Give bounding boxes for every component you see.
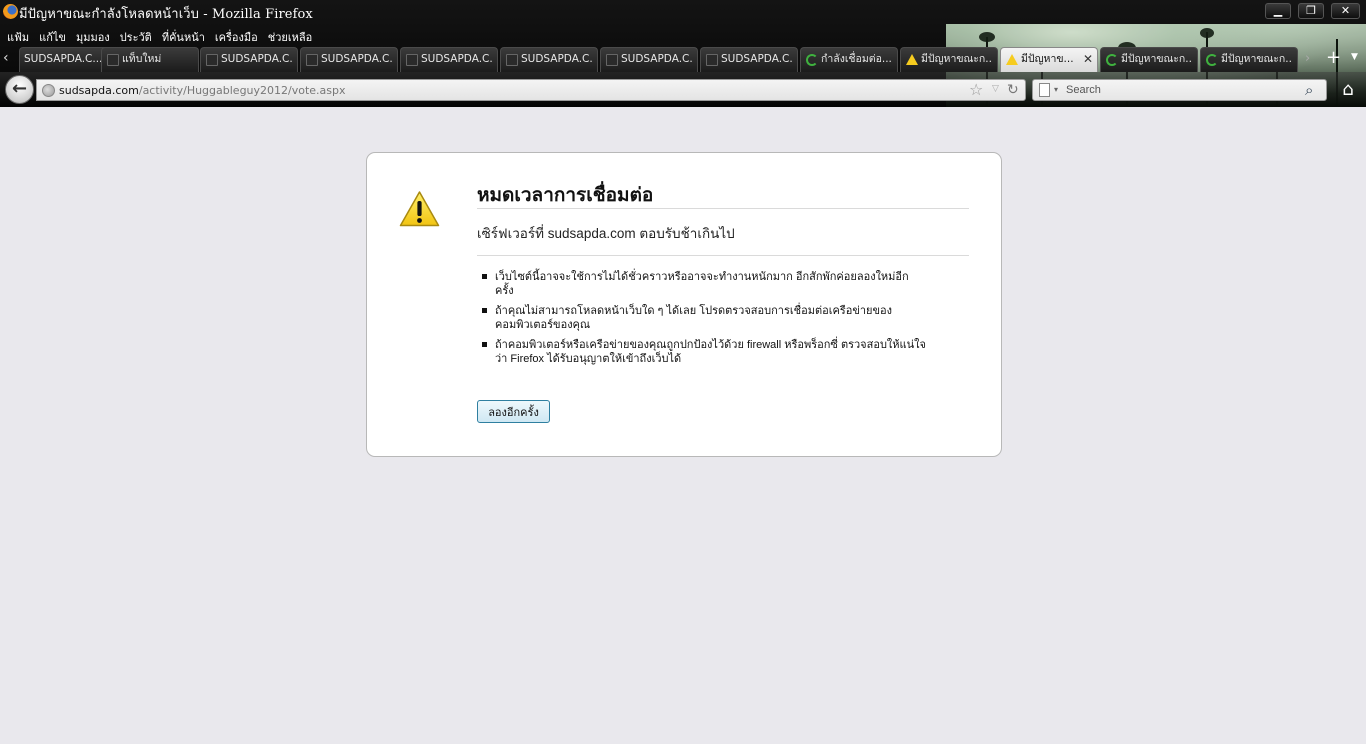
search-engine-icon[interactable] bbox=[1039, 83, 1050, 97]
title-bar: มีปัญหาขณะกำลังโหลดหน้าเว็บ - Mozilla Fi… bbox=[0, 0, 1366, 24]
tab-label: SUDSAPDA.C... bbox=[24, 53, 103, 65]
url-host: sudsapda.com bbox=[59, 84, 139, 97]
close-tab-icon[interactable]: ✕ bbox=[1083, 48, 1093, 71]
tab[interactable]: SUDSAPDA.C... bbox=[700, 47, 798, 72]
tab-scroll-right-button[interactable]: › bbox=[1305, 51, 1310, 66]
tab[interactable]: มีปัญหาขณะก... bbox=[1100, 47, 1198, 72]
menu-tools[interactable]: เครื่องมือ bbox=[215, 29, 258, 47]
list-item: ถ้าคุณไม่สามารถโหลดหน้าเว็บใด ๆ ได้เลย โ… bbox=[477, 304, 927, 332]
warning-icon bbox=[1006, 54, 1018, 65]
loading-spinner-icon bbox=[1206, 54, 1218, 66]
blank-page-icon bbox=[606, 54, 618, 66]
history-dropdown-icon[interactable]: ▽ bbox=[992, 84, 999, 94]
tab[interactable]: กำลังเชื่อมต่อ... bbox=[800, 47, 898, 72]
reload-icon[interactable]: ↻ bbox=[1007, 82, 1019, 98]
new-tab-button[interactable]: + bbox=[1326, 47, 1341, 68]
tab-label: มีปัญหาข... bbox=[1021, 53, 1074, 65]
bookmark-star-icon[interactable]: ☆ bbox=[969, 80, 983, 99]
blank-page-icon bbox=[406, 54, 418, 66]
list-item: เว็บไซต์นี้อาจจะใช้การไม่ได้ชั่วคราวหรือ… bbox=[477, 270, 927, 298]
tab-label: SUDSAPDA.C... bbox=[721, 53, 793, 65]
tab-scroll-left-button[interactable]: ‹ bbox=[3, 50, 9, 66]
tab-label: SUDSAPDA.C... bbox=[621, 53, 693, 65]
tab-selected[interactable]: มีปัญหาข... ✕ bbox=[1000, 47, 1098, 72]
menu-bookmarks[interactable]: ที่คั่นหน้า bbox=[162, 29, 205, 47]
error-suggestions-list: เว็บไซต์นี้อาจจะใช้การไม่ได้ชั่วคราวหรือ… bbox=[477, 270, 927, 372]
url-text[interactable]: sudsapda.com/activity/Huggableguy2012/vo… bbox=[59, 84, 346, 97]
tab-label: แท็บใหม่ bbox=[122, 53, 162, 65]
tab[interactable]: SUDSAPDA.C... bbox=[400, 47, 498, 72]
search-engine-dropdown-icon[interactable]: ▾ bbox=[1054, 85, 1058, 94]
menu-bar: แฟ้ม แก้ไข มุมมอง ประวัติ ที่คั่นหน้า เครื่อง… bbox=[0, 26, 315, 44]
home-button[interactable]: ⌂ bbox=[1337, 79, 1359, 101]
minimize-button[interactable]: ▁ bbox=[1265, 3, 1291, 19]
tab[interactable]: SUDSAPDA.C... bbox=[600, 47, 698, 72]
tab-label: SUDSAPDA.C... bbox=[221, 53, 293, 65]
tab-label: มีปัญหาขณะก... bbox=[1221, 53, 1293, 65]
url-bar[interactable]: sudsapda.com/activity/Huggableguy2012/vo… bbox=[36, 79, 1026, 101]
tab-label: มีปัญหาขณะก... bbox=[921, 53, 993, 65]
tab[interactable]: แท็บใหม่ bbox=[101, 47, 199, 72]
menu-help[interactable]: ช่วยเหลือ bbox=[268, 29, 312, 47]
divider bbox=[477, 255, 969, 256]
menu-file[interactable]: แฟ้ม bbox=[7, 29, 29, 47]
search-icon[interactable]: ⌕ bbox=[1305, 81, 1313, 99]
tab-label: SUDSAPDA.C... bbox=[321, 53, 393, 65]
blank-page-icon bbox=[107, 54, 119, 66]
menu-history[interactable]: ประวัติ bbox=[120, 29, 152, 47]
tab[interactable]: มีปัญหาขณะก... bbox=[1200, 47, 1298, 72]
menu-edit[interactable]: แก้ไข bbox=[39, 29, 66, 47]
window-title: มีปัญหาขณะกำลังโหลดหน้าเว็บ - Mozilla Fi… bbox=[19, 7, 313, 22]
tab[interactable]: SUDSAPDA.C... bbox=[200, 47, 298, 72]
list-all-tabs-button[interactable]: ▼ bbox=[1351, 52, 1358, 62]
browser-chrome: มีปัญหาขณะกำลังโหลดหน้าเว็บ - Mozilla Fi… bbox=[0, 0, 1366, 107]
navigation-toolbar: ← sudsapda.com/activity/Huggableguy2012/… bbox=[0, 72, 1366, 107]
loading-spinner-icon bbox=[806, 54, 818, 66]
error-title: หมดเวลาการเชื่อมต่อ bbox=[477, 183, 969, 209]
search-input[interactable] bbox=[1066, 82, 1296, 98]
blank-page-icon bbox=[706, 54, 718, 66]
site-identity-icon[interactable] bbox=[42, 84, 55, 97]
url-path: /activity/Huggableguy2012/vote.aspx bbox=[138, 84, 346, 97]
error-short-description: เซิร์ฟเวอร์ที่ sudsapda.com ตอบรับช้าเกิ… bbox=[477, 226, 735, 241]
back-button[interactable]: ← bbox=[5, 75, 34, 104]
error-page-container: หมดเวลาการเชื่อมต่อ เซิร์ฟเวอร์ที่ sudsa… bbox=[366, 152, 1002, 457]
tab[interactable]: SUDSAPDA.C... bbox=[300, 47, 398, 72]
tab-label: มีปัญหาขณะก... bbox=[1121, 53, 1193, 65]
close-window-button[interactable]: ✕ bbox=[1331, 3, 1360, 19]
list-item: ถ้าคอมพิวเตอร์หรือเครือข่ายของคุณถูกปกป้… bbox=[477, 338, 927, 366]
tab-label: กำลังเชื่อมต่อ... bbox=[821, 53, 892, 65]
tab-label: SUDSAPDA.C... bbox=[421, 53, 493, 65]
search-bar[interactable]: ▾ ⌕ bbox=[1032, 79, 1327, 101]
loading-spinner-icon bbox=[1106, 54, 1118, 66]
tab-strip: ‹ SUDSAPDA.C... แท็บใหม่ SUDSAPDA.C... S… bbox=[0, 46, 1366, 72]
try-again-button[interactable]: ลองอีกครั้ง bbox=[477, 400, 550, 423]
blank-page-icon bbox=[206, 54, 218, 66]
tab[interactable]: SUDSAPDA.C... bbox=[500, 47, 598, 72]
warning-icon bbox=[399, 191, 440, 227]
menu-view[interactable]: มุมมอง bbox=[76, 29, 110, 47]
blank-page-icon bbox=[506, 54, 518, 66]
blank-page-icon bbox=[306, 54, 318, 66]
tab-label: SUDSAPDA.C... bbox=[521, 53, 593, 65]
maximize-button[interactable]: ❐ bbox=[1298, 3, 1324, 19]
firefox-logo-icon bbox=[3, 4, 18, 19]
tab[interactable]: มีปัญหาขณะก... bbox=[900, 47, 998, 72]
warning-icon bbox=[906, 54, 918, 65]
